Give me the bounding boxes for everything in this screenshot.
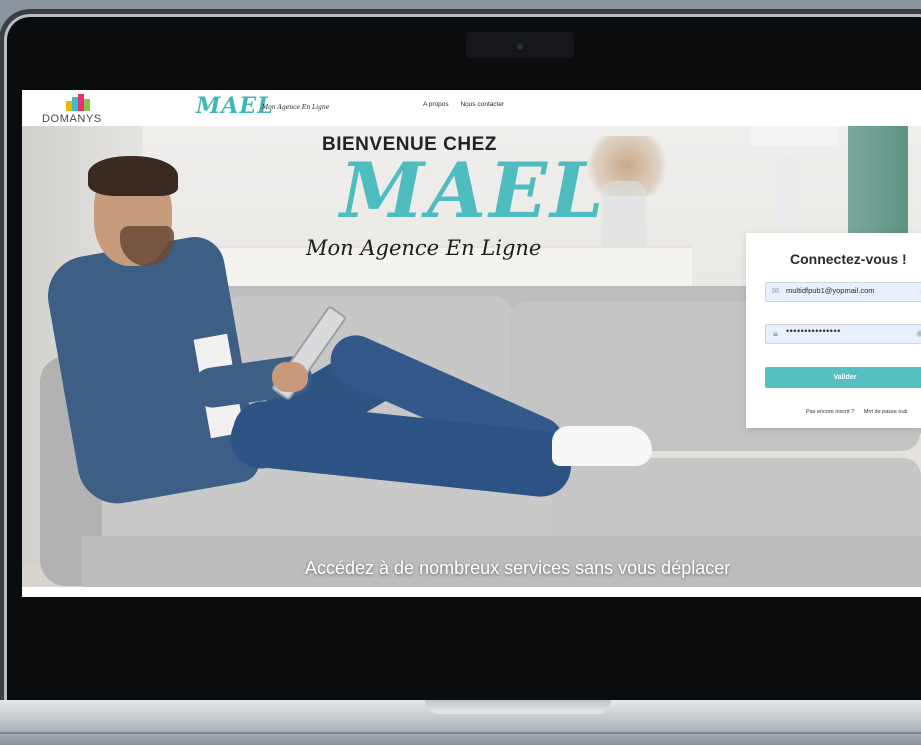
login-card: Connectez-vous ! ✉ multidfpub1@yopmail.c… <box>746 233 921 428</box>
eye-icon[interactable]: ◉ <box>916 328 921 339</box>
password-value: ••••••••••••••• <box>786 326 841 336</box>
lamp-decor <box>750 126 838 146</box>
site-header: DOMANYS MAEL Mon Agence En Ligne A propo… <box>22 90 921 126</box>
hero-tagline: Mon Agence En Ligne <box>306 236 542 260</box>
hero-caption: Accédez à de nombreux services sans vous… <box>305 558 731 578</box>
vase-decor <box>602 181 646 251</box>
register-link[interactable]: Pas encore inscrit ? <box>806 409 854 415</box>
forgot-password-link[interactable]: Mot de passe oub <box>864 409 908 415</box>
hero-section: BIENVENUE CHEZ MAEL Mon Agence En Ligne … <box>22 126 921 587</box>
lock-icon: 🔒︎ <box>773 328 778 338</box>
domanys-logo[interactable]: DOMANYS <box>40 94 112 125</box>
email-value: multidfpub1@yopmail.com <box>786 286 875 295</box>
camera-icon <box>517 44 523 50</box>
envelope-icon: ✉ <box>771 286 780 296</box>
nav-link-about[interactable]: A propos <box>423 101 449 108</box>
main-nav: A propos Nous contacter <box>423 101 514 108</box>
mael-logo-tagline: Mon Agence En Ligne <box>262 104 330 111</box>
email-field[interactable]: ✉ multidfpub1@yopmail.com ◌ <box>765 282 921 302</box>
login-links: Pas encore inscrit ? Mot de passe oub <box>806 409 916 415</box>
nav-link-contact[interactable]: Nous contacter <box>460 101 504 108</box>
email-field-icon: ◌ <box>916 286 921 296</box>
submit-button[interactable]: Valider <box>765 367 921 388</box>
login-title: Connectez-vous ! <box>790 251 907 267</box>
browser-screen: DOMANYS MAEL Mon Agence En Ligne A propo… <box>22 90 921 597</box>
domanys-logo-icon <box>66 94 90 111</box>
hero-brand-title: MAEL <box>340 146 607 235</box>
password-field[interactable]: 🔒︎ ••••••••••••••• ◉ <box>765 324 921 344</box>
domanys-logo-text: DOMANYS <box>42 113 102 125</box>
laptop-notch <box>425 700 611 714</box>
